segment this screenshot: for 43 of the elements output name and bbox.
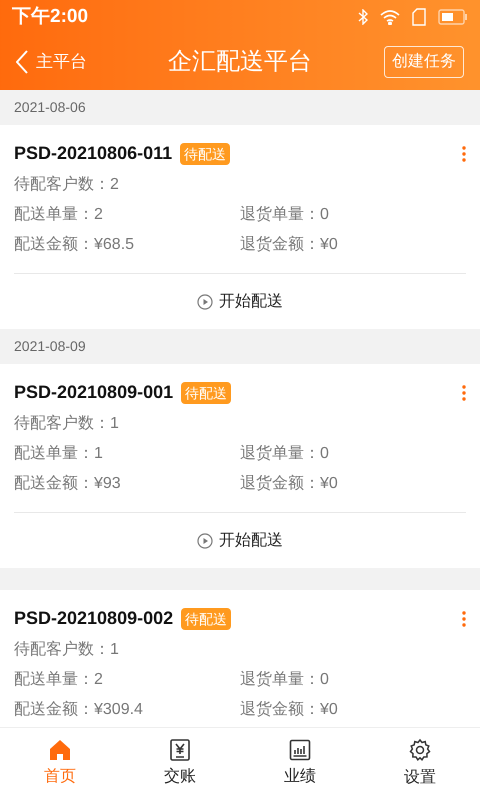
order-number: PSD-20210806-011 [14, 142, 172, 165]
order-detail: 退货金额：¥0 [240, 234, 339, 255]
nav-tab[interactable]: 业绩 [240, 728, 360, 800]
settings-icon [408, 738, 432, 762]
bar-chart-icon [289, 739, 311, 761]
order-detail: 退货单量：0 [240, 444, 330, 464]
yen-receipt-icon [169, 739, 191, 761]
play-icon [197, 532, 213, 548]
page-title: 企汇配送平台 [168, 47, 312, 77]
order-detail: 配送单量：1 [14, 444, 104, 464]
status-tag: 待配送 [181, 608, 232, 630]
battery-icon [438, 9, 468, 25]
status-tag: 待配送 [181, 382, 232, 404]
nav-tab[interactable]: 设置 [360, 728, 480, 800]
nav-tab[interactable]: 交账 [120, 728, 240, 800]
order-number: PSD-20210809-001 [14, 381, 174, 404]
order-detail: 配送单量：2 [14, 205, 104, 225]
status-time: 下午2:00 [12, 4, 88, 29]
order-detail: 退货金额：¥0 [240, 700, 339, 720]
order-detail: 退货单量：0 [240, 670, 330, 690]
play-icon [197, 294, 213, 310]
order-detail: 待配客户数：1 [14, 414, 120, 434]
status-tag: 待配送 [180, 142, 230, 164]
more-icon[interactable] [462, 384, 466, 400]
order-detail: 待配客户数：2 [14, 174, 120, 195]
order-detail: 配送金额：¥309.4 [14, 700, 144, 720]
start-delivery-button[interactable]: 开始配送 [197, 528, 283, 552]
order-detail: 配送单量：2 [14, 670, 104, 690]
bluetooth-icon [358, 9, 368, 25]
order-detail: 配送金额：¥93 [14, 474, 122, 494]
order-detail: 退货单量：0 [240, 204, 330, 225]
more-icon[interactable] [462, 146, 466, 162]
sim-card-icon [412, 8, 426, 26]
home-icon [49, 739, 71, 761]
start-delivery-button[interactable]: 开始配送 [197, 290, 283, 314]
order-detail: 待配客户数：1 [14, 640, 120, 660]
wifi-icon [380, 9, 400, 25]
date-header: 2021-08-09 [14, 337, 86, 356]
order-number: PSD-20210809-002 [14, 607, 174, 630]
more-icon[interactable] [462, 610, 466, 626]
order-detail: 配送金额：¥68.5 [14, 234, 136, 255]
date-header: 2021-08-06 [14, 98, 86, 117]
order-detail: 退货金额：¥0 [240, 474, 339, 494]
